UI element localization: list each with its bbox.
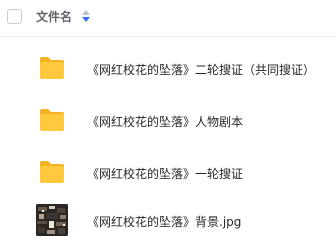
column-header-filename[interactable]: 文件名 — [36, 9, 72, 25]
folder-icon — [40, 57, 64, 79]
file-row-folder-2[interactable]: 《网红校花的坠落》人物剧本 — [0, 97, 335, 143]
file-list-header: 文件名 — [0, 0, 335, 37]
select-all-checkbox[interactable] — [7, 9, 22, 24]
image-thumbnail-icon — [36, 204, 68, 236]
file-row-image[interactable]: 《网红校花的坠落》背景.jpg — [0, 199, 335, 245]
folder-icon — [40, 109, 64, 131]
file-row-folder-1[interactable]: 《网红校花的坠落》二轮搜证（共同搜证） — [0, 45, 335, 91]
file-name[interactable]: 《网红校花的坠落》二轮搜证（共同搜证） — [87, 62, 315, 78]
file-name[interactable]: 《网红校花的坠落》一轮搜证 — [87, 166, 243, 182]
folder-icon — [40, 161, 64, 183]
sort-icon[interactable] — [81, 9, 91, 23]
file-row-folder-3[interactable]: 《网红校花的坠落》一轮搜证 — [0, 149, 335, 195]
file-name[interactable]: 《网红校花的坠落》人物剧本 — [87, 114, 243, 130]
file-name[interactable]: 《网红校花的坠落》背景.jpg — [87, 214, 241, 230]
